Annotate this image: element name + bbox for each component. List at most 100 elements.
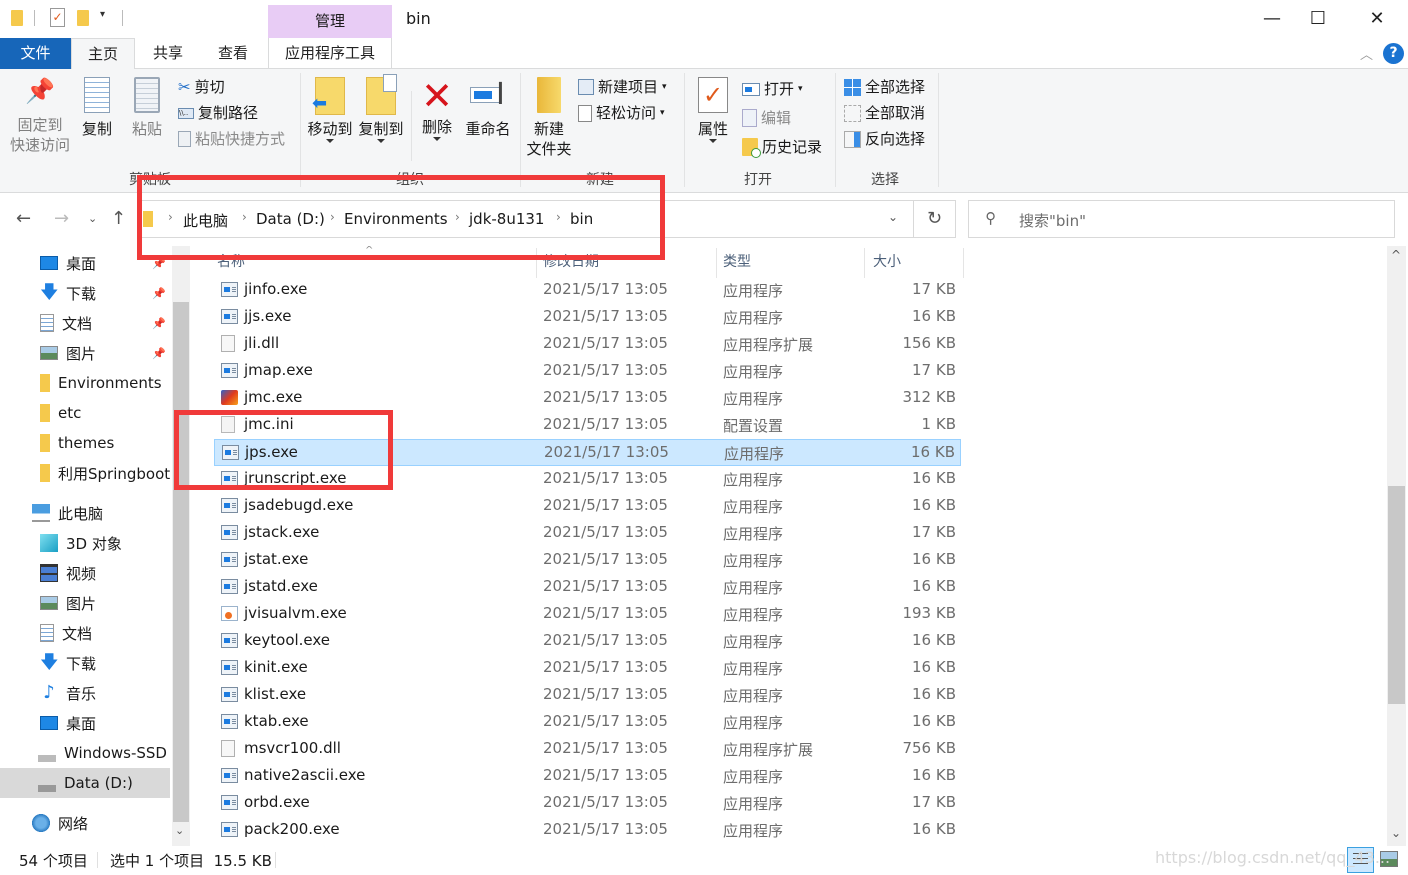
- search-box[interactable]: ⚲ 搜索"bin": [968, 200, 1395, 238]
- scroll-down-icon[interactable]: ⌄: [1391, 826, 1401, 840]
- chevron-right-icon[interactable]: ›: [330, 210, 335, 224]
- file-row[interactable]: jjs.exe 2021/5/17 13:05 应用程序 16 KB: [214, 304, 961, 331]
- file-row[interactable]: jmap.exe 2021/5/17 13:05 应用程序 17 KB: [214, 358, 961, 385]
- properties-button[interactable]: ✓ 属性: [692, 77, 734, 143]
- tab-file[interactable]: 文件: [0, 38, 71, 69]
- scroll-up-icon[interactable]: ^: [1391, 248, 1401, 262]
- breadcrumb-data-drive[interactable]: Data (D:): [256, 210, 325, 228]
- sidebar-item-pictures[interactable]: 图片 📌: [0, 338, 170, 368]
- sidebar-item-music[interactable]: ♪ 音乐: [0, 678, 170, 708]
- file-row[interactable]: jmc.exe 2021/5/17 13:05 应用程序 312 KB: [214, 385, 961, 412]
- address-bar[interactable]: › 此电脑 › Data (D:) › Environments › jdk-8…: [137, 200, 914, 238]
- select-all-button[interactable]: 全部选择: [844, 77, 925, 97]
- minimize-button[interactable]: —: [1249, 4, 1295, 34]
- column-header-size[interactable]: 大小: [873, 251, 901, 271]
- edit-button[interactable]: 编辑: [742, 108, 791, 128]
- address-dropdown-icon[interactable]: ⌄: [888, 210, 898, 224]
- new-folder-button[interactable]: 新建 文件夹: [524, 77, 574, 159]
- sidebar-item-etc[interactable]: etc: [0, 398, 170, 428]
- cut-button[interactable]: ✂ 剪切: [178, 77, 225, 97]
- file-row[interactable]: orbd.exe 2021/5/17 13:05 应用程序 17 KB: [214, 790, 961, 817]
- copy-to-button[interactable]: 复制到: [356, 74, 406, 143]
- file-row[interactable]: jvisualvm.exe 2021/5/17 13:05 应用程序 193 KB: [214, 601, 961, 628]
- back-button[interactable]: ←: [16, 208, 31, 229]
- sidebar-item-desktop[interactable]: 桌面 📌: [0, 248, 170, 278]
- divider[interactable]: [716, 248, 717, 278]
- sidebar-item-this-pc[interactable]: 此电脑: [0, 498, 170, 528]
- history-button[interactable]: 历史记录: [742, 137, 822, 158]
- scroll-down-icon[interactable]: ⌄: [175, 824, 184, 837]
- divider[interactable]: [963, 248, 964, 278]
- scrollbar-thumb[interactable]: [173, 302, 189, 822]
- collapse-ribbon-icon[interactable]: ︿: [1360, 44, 1373, 63]
- select-none-button[interactable]: 全部取消: [844, 103, 925, 123]
- file-row[interactable]: msvcr100.dll 2021/5/17 13:05 应用程序扩展 756 KB: [214, 736, 961, 763]
- scrollbar-thumb[interactable]: [1388, 486, 1405, 704]
- tab-share[interactable]: 共享: [138, 38, 198, 69]
- sidebar-item-documents-2[interactable]: 文档: [0, 618, 170, 648]
- divider[interactable]: [864, 248, 865, 278]
- chevron-right-icon[interactable]: ›: [168, 210, 173, 224]
- move-to-button[interactable]: ⬅ 移动到: [305, 77, 355, 143]
- tab-home[interactable]: 主页: [71, 38, 135, 70]
- sidebar-item-windows-ssd[interactable]: Windows-SSD: [0, 738, 170, 768]
- help-icon[interactable]: ?: [1383, 43, 1404, 64]
- sidebar-item-pictures-2[interactable]: 图片: [0, 588, 170, 618]
- sidebar-item-videos[interactable]: 视频: [0, 558, 170, 588]
- sidebar-item-3d-objects[interactable]: 3D 对象: [0, 528, 170, 558]
- up-button[interactable]: ↑: [111, 208, 126, 229]
- properties-quick-icon[interactable]: ✓: [50, 8, 65, 27]
- sidebar-item-springboot[interactable]: 利用Springboot: [0, 458, 170, 488]
- new-item-button[interactable]: 新建项目 ▾: [578, 77, 667, 97]
- breadcrumb-environments[interactable]: Environments: [344, 210, 448, 228]
- file-list-scrollbar[interactable]: ^ ⌄: [1387, 246, 1406, 846]
- recent-locations-button[interactable]: ⌄: [88, 212, 97, 225]
- file-row[interactable]: jps.exe 2021/5/17 13:05 应用程序 16 KB: [214, 439, 961, 466]
- sidebar-item-downloads-2[interactable]: 🡇 下载: [0, 648, 170, 678]
- tab-application-tools[interactable]: 应用程序工具: [268, 38, 392, 69]
- breadcrumb-bin[interactable]: bin: [570, 210, 593, 228]
- column-header-type[interactable]: 类型: [723, 251, 751, 271]
- file-row[interactable]: jstack.exe 2021/5/17 13:05 应用程序 17 KB: [214, 520, 961, 547]
- easy-access-button[interactable]: 轻松访问 ▾: [578, 103, 665, 123]
- file-row[interactable]: ktab.exe 2021/5/17 13:05 应用程序 16 KB: [214, 709, 961, 736]
- file-row[interactable]: jli.dll 2021/5/17 13:05 应用程序扩展 156 KB: [214, 331, 961, 358]
- file-row[interactable]: jrunscript.exe 2021/5/17 13:05 应用程序 16 KB: [214, 466, 961, 493]
- file-row[interactable]: pack200.exe 2021/5/17 13:05 应用程序 16 KB: [214, 817, 961, 844]
- sidebar-item-environments[interactable]: Environments: [0, 368, 170, 398]
- chevron-right-icon[interactable]: ›: [242, 210, 247, 224]
- paste-shortcut-button[interactable]: 粘贴快捷方式: [178, 129, 285, 149]
- forward-button[interactable]: →: [54, 208, 69, 229]
- open-button[interactable]: 打开 ▾: [742, 79, 803, 99]
- column-header-name[interactable]: 名称: [217, 251, 245, 271]
- file-row[interactable]: jinfo.exe 2021/5/17 13:05 应用程序 17 KB: [214, 277, 961, 304]
- file-row[interactable]: jstatd.exe 2021/5/17 13:05 应用程序 16 KB: [214, 574, 961, 601]
- file-row[interactable]: native2ascii.exe 2021/5/17 13:05 应用程序 16 KB: [214, 763, 961, 790]
- column-header-date[interactable]: 修改日期: [543, 251, 599, 271]
- tab-view[interactable]: 查看: [203, 38, 263, 69]
- invert-selection-button[interactable]: 反向选择: [844, 129, 925, 149]
- sidebar-item-desktop-2[interactable]: 桌面: [0, 708, 170, 738]
- chevron-right-icon[interactable]: ›: [556, 210, 561, 224]
- file-row[interactable]: jstat.exe 2021/5/17 13:05 应用程序 16 KB: [214, 547, 961, 574]
- pin-to-quick-access-button[interactable]: 📌 固定到 快速访问: [6, 79, 74, 155]
- navigation-pane-scrollbar[interactable]: ⌄: [172, 246, 190, 846]
- breadcrumb-jdk[interactable]: jdk-8u131: [469, 210, 544, 228]
- divider[interactable]: [536, 248, 537, 278]
- refresh-button[interactable]: ↻: [914, 200, 956, 238]
- sidebar-item-themes[interactable]: themes: [0, 428, 170, 458]
- breadcrumb-this-pc[interactable]: 此电脑: [183, 210, 228, 231]
- sidebar-item-downloads[interactable]: 🡇 下载 📌: [0, 278, 170, 308]
- paste-button[interactable]: 粘贴: [128, 77, 166, 139]
- new-folder-quick-icon[interactable]: [77, 10, 89, 26]
- file-row[interactable]: keytool.exe 2021/5/17 13:05 应用程序 16 KB: [214, 628, 961, 655]
- sidebar-item-documents[interactable]: 文档 📌: [0, 308, 170, 338]
- close-button[interactable]: ✕: [1354, 4, 1400, 34]
- copy-button[interactable]: 复制: [78, 77, 116, 139]
- customize-quick-access-icon[interactable]: ▾: [100, 9, 105, 20]
- copy-path-button[interactable]: \\.. 复制路径: [178, 103, 258, 123]
- delete-button[interactable]: ✕ 删除: [416, 75, 458, 141]
- sidebar-item-network[interactable]: 网络: [0, 808, 170, 838]
- sidebar-item-data-drive[interactable]: Data (D:): [0, 768, 170, 798]
- maximize-button[interactable]: ☐: [1295, 4, 1341, 34]
